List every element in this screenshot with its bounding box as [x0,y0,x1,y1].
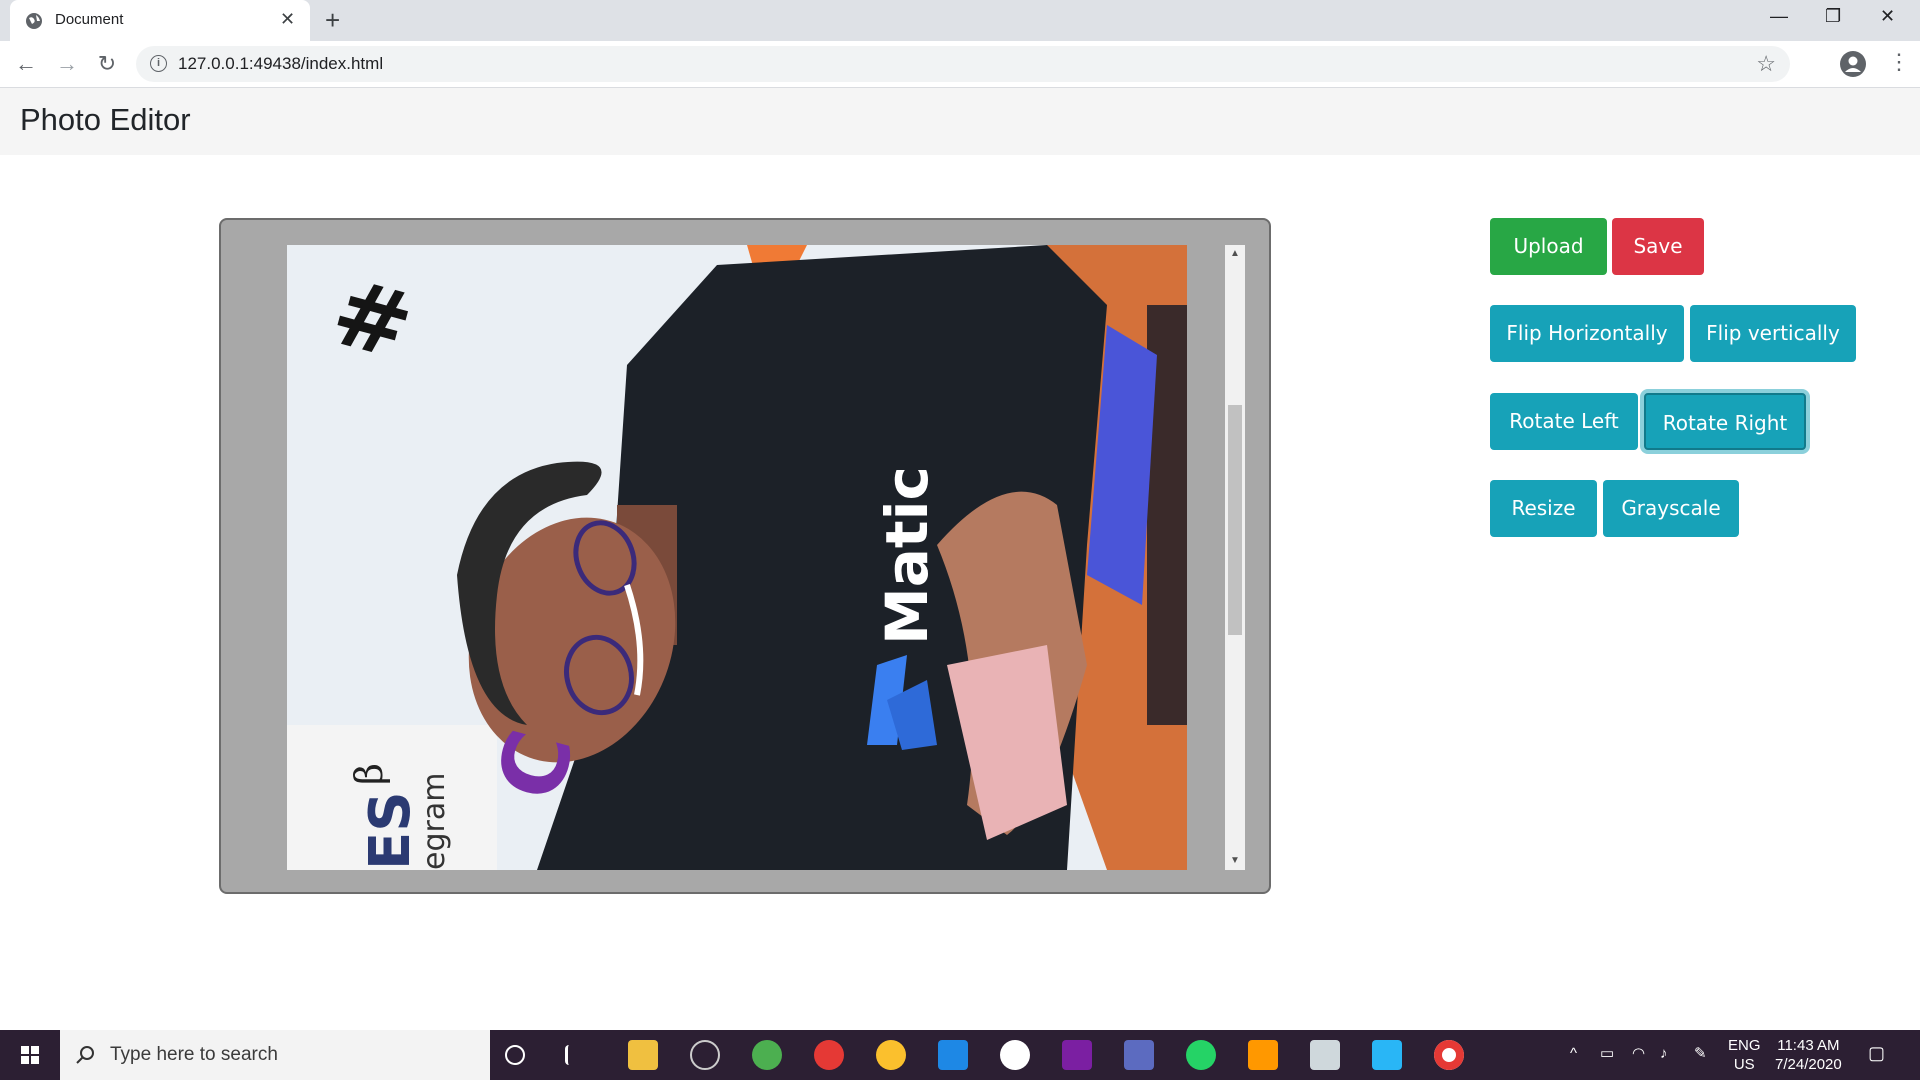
taskbar-search-box[interactable]: Type here to search [60,1030,490,1080]
chrome-active-icon[interactable] [1434,1040,1464,1070]
new-tab-icon[interactable]: + [325,4,340,36]
search-placeholder: Type here to search [110,1044,278,1065]
photo-image: Matic # C ES egram β [287,245,1187,870]
photo-canvas[interactable]: Matic # C ES egram β [287,245,1187,870]
start-button[interactable] [0,1030,60,1080]
app-bracket-icon[interactable] [1372,1040,1402,1070]
bookmark-star-icon[interactable]: ☆ [1756,51,1776,77]
rotate-left-button[interactable]: Rotate Left [1490,393,1638,450]
cortana-icon[interactable] [505,1045,525,1065]
chrome-app-icon-2[interactable] [814,1040,844,1070]
chrome-app-icon-3[interactable] [876,1040,906,1070]
tab-title: Document [55,11,124,28]
omnibox[interactable]: i 127.0.0.1:49438/index.html ☆ [136,46,1790,82]
scroll-down-icon[interactable]: ▼ [1225,852,1245,870]
rotate-right-button[interactable]: Rotate Right [1644,393,1806,450]
obs-icon[interactable] [690,1040,720,1070]
onenote-icon[interactable] [1062,1040,1092,1070]
region-text: US [1733,1056,1755,1073]
search-icon [76,1046,94,1064]
language-text: ENG [1728,1037,1761,1054]
clock-date: 7/24/2020 [1775,1056,1842,1073]
upload-button[interactable]: Upload [1490,218,1607,275]
photos-icon[interactable] [1000,1040,1030,1070]
teams-icon[interactable] [1124,1040,1154,1070]
file-explorer-icon[interactable] [628,1040,658,1070]
beta-mark: β [347,763,391,785]
page-title: Photo Editor [20,102,191,137]
grayscale-button[interactable]: Grayscale [1603,480,1739,537]
app-window-icon[interactable] [1310,1040,1340,1070]
powershell-icon[interactable] [938,1040,968,1070]
forward-icon[interactable]: → [53,51,81,79]
reload-icon[interactable]: ↻ [93,51,121,79]
language-indicator[interactable]: ENG US [1728,1036,1761,1074]
show-hidden-icons-icon[interactable]: ^ [1570,1044,1577,1063]
info-icon[interactable]: i [150,55,167,72]
avatar [1845,56,1861,72]
page-header: Photo Editor [0,88,1920,155]
address-bar-row: ← → ↻ i 127.0.0.1:49438/index.html ☆ ⋮ [0,41,1920,88]
resize-button[interactable]: Resize [1490,480,1597,537]
clock[interactable]: 11:43 AM 7/24/2020 [1775,1036,1842,1074]
flip-horizontally-button[interactable]: Flip Horizontally [1490,305,1684,362]
wifi-icon[interactable]: ◠ [1632,1044,1645,1063]
browser-menu-icon[interactable]: ⋮ [1888,49,1910,75]
minimize-icon[interactable]: — [1770,6,1788,27]
banner-text: egram [417,773,452,870]
chrome-app-icon[interactable] [752,1040,782,1070]
task-view-icon[interactable] [565,1045,587,1065]
battery-icon[interactable]: ▭ [1600,1044,1614,1063]
sublime-text-icon[interactable] [1248,1040,1278,1070]
globe-icon [26,13,42,29]
whatsapp-icon[interactable] [1186,1040,1216,1070]
banner-letters: ES [358,791,423,870]
image-editor-frame: Matic # C ES egram β ▲ ▼ [219,218,1271,894]
restore-icon[interactable]: ❐ [1825,6,1841,27]
save-button[interactable]: Save [1612,218,1704,275]
shirt-text: Matic [873,466,941,645]
flip-vertically-button[interactable]: Flip vertically [1690,305,1856,362]
clock-time: 11:43 AM [1777,1037,1840,1054]
volume-icon[interactable]: ♪ [1660,1044,1668,1063]
scroll-up-icon[interactable]: ▲ [1225,245,1245,263]
browser-tab-strip: Document ✕ + — ❐ ✕ [0,0,1920,41]
browser-tab[interactable]: Document ✕ [10,0,310,41]
url-text[interactable]: 127.0.0.1:49438/index.html [178,54,383,74]
notifications-icon[interactable]: ▢ [1868,1044,1885,1063]
close-tab-icon[interactable]: ✕ [280,9,295,30]
pen-icon[interactable]: ✎ [1694,1044,1707,1063]
close-window-icon[interactable]: ✕ [1880,6,1895,27]
windows-taskbar: Type here to search ^ ▭ ◠ ♪ ✎ ENG US 11:… [0,1030,1920,1080]
profile-icon[interactable] [1840,51,1866,77]
windows-logo-icon [21,1046,39,1064]
vertical-scrollbar[interactable]: ▲ ▼ [1225,245,1245,870]
scroll-thumb[interactable] [1228,405,1242,635]
back-icon[interactable]: ← [12,51,40,79]
